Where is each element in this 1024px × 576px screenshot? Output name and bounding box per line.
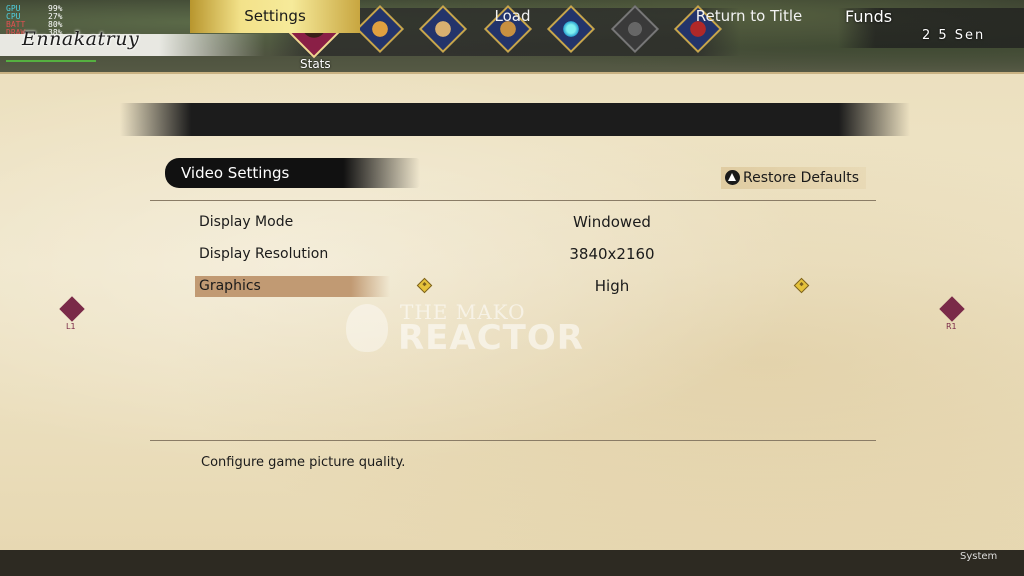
page-left-label: L1 — [66, 322, 76, 331]
funds-value: 2 5 Sen — [922, 28, 986, 43]
setting-label-display-mode[interactable]: Display Mode — [199, 214, 293, 230]
setting-value-graphics[interactable]: High — [512, 277, 712, 295]
page-right-label: R1 — [946, 322, 957, 331]
watermark-line2: REACTOR — [398, 318, 584, 358]
restore-defaults-label[interactable]: Restore Defaults — [743, 170, 859, 186]
footer-bar — [0, 550, 1024, 576]
setting-label-display-resolution[interactable]: Display Resolution — [199, 246, 328, 262]
setting-value-display-resolution[interactable]: 3840x2160 — [512, 245, 712, 263]
section-title: Video Settings — [181, 164, 290, 182]
funds-label: Funds — [845, 7, 893, 26]
tab-settings[interactable]: Settings — [190, 0, 360, 33]
setting-label-graphics[interactable]: Graphics — [199, 278, 261, 294]
setting-description: Configure game picture quality. — [201, 455, 406, 470]
health-bar — [6, 60, 96, 62]
footer-system-label: System — [960, 551, 998, 562]
triangle-button-icon — [725, 170, 740, 185]
top-divider — [150, 200, 876, 201]
tab-bar — [120, 103, 910, 136]
watermark-flask-icon — [346, 304, 388, 352]
active-menu-label: Stats — [300, 57, 331, 71]
character-name: Ennakatruy — [22, 28, 140, 50]
tab-load[interactable]: Load — [430, 0, 595, 33]
bottom-divider — [150, 440, 876, 441]
setting-value-display-mode[interactable]: Windowed — [512, 213, 712, 231]
tab-return-to-title[interactable]: Return to Title — [660, 0, 838, 33]
